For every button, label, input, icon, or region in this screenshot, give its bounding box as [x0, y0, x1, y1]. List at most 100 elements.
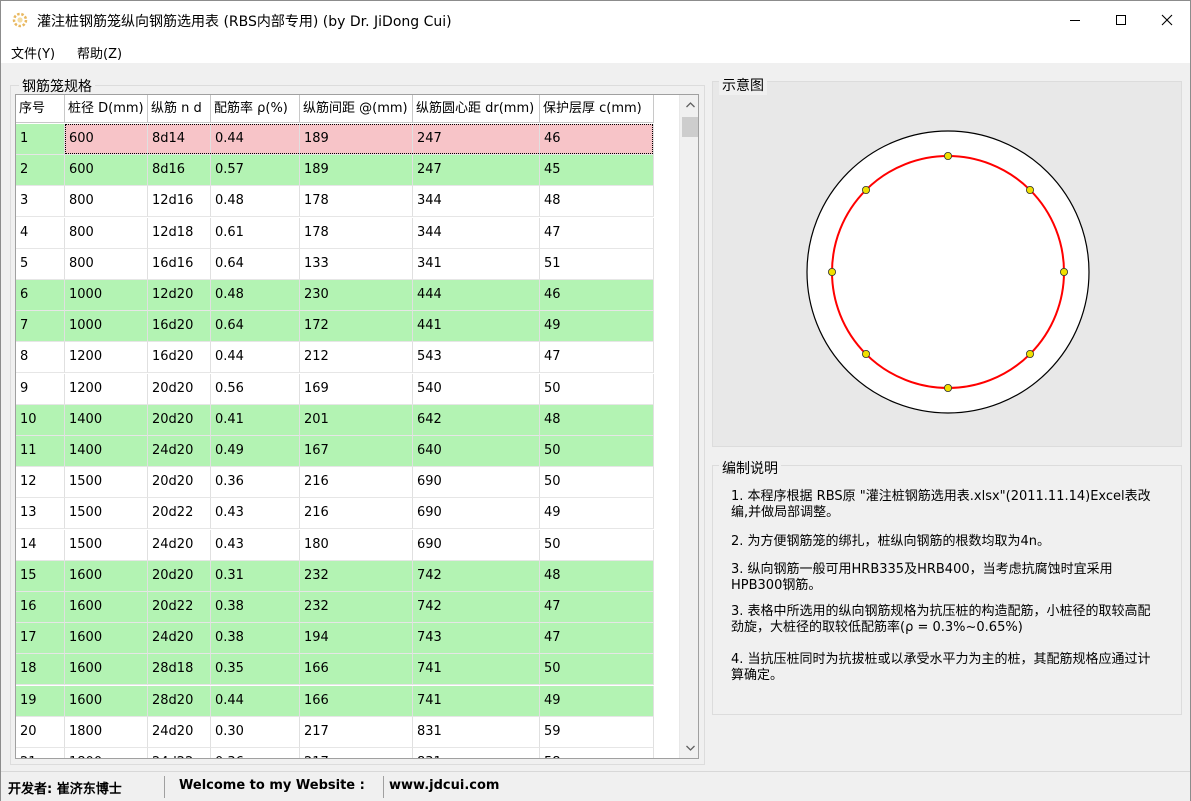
table-row[interactable]: 14 1500 24d20 0.43 180 690 50: [16, 529, 654, 561]
table-cell[interactable]: 1800: [65, 748, 148, 758]
table-cell[interactable]: 344: [413, 217, 540, 249]
table-cell[interactable]: 216: [300, 467, 413, 499]
table-cell[interactable]: 1600: [65, 623, 148, 655]
column-header[interactable]: 配筋率 ρ(%): [211, 95, 300, 123]
table-cell[interactable]: 0.35: [211, 654, 300, 686]
table-row[interactable]: 18 1600 28d18 0.35 166 741 50: [16, 654, 654, 686]
table-cell[interactable]: 24d20: [148, 716, 211, 748]
table-cell[interactable]: 831: [413, 748, 540, 758]
table-cell[interactable]: 1800: [65, 716, 148, 748]
table-cell[interactable]: 178: [300, 186, 413, 218]
row-header-cell[interactable]: 10: [16, 404, 65, 436]
table-cell[interactable]: 16d16: [148, 248, 211, 280]
table-cell[interactable]: 24d20: [148, 436, 211, 467]
table-cell[interactable]: 0.44: [211, 124, 300, 155]
table-row[interactable]: 21180024d220.3621783158: [16, 748, 654, 758]
table-cell[interactable]: 0.41: [211, 404, 300, 436]
row-header-cell[interactable]: 6: [16, 280, 65, 311]
table-cell[interactable]: 166: [300, 654, 413, 686]
table-cell[interactable]: 12d18: [148, 217, 211, 249]
table-cell[interactable]: 0.44: [211, 685, 300, 717]
table-cell[interactable]: 46: [540, 280, 654, 311]
table-cell[interactable]: 50: [540, 373, 654, 405]
vertical-scrollbar[interactable]: [679, 95, 698, 758]
table-cell[interactable]: 20d20: [148, 373, 211, 405]
menu-file[interactable]: 文件(Y): [11, 43, 55, 62]
table-cell[interactable]: 1000: [65, 280, 148, 311]
table-cell[interactable]: 344: [413, 186, 540, 218]
table-cell[interactable]: 742: [413, 560, 540, 592]
table-cell[interactable]: 180: [300, 529, 413, 561]
table-cell[interactable]: 1600: [65, 560, 148, 592]
status-website-link[interactable]: www.jdcui.com: [389, 778, 499, 793]
table-cell[interactable]: 20d20: [148, 404, 211, 436]
table-cell[interactable]: 0.43: [211, 529, 300, 561]
scrollbar-thumb[interactable]: [682, 117, 698, 137]
table-row[interactable]: 5 800 16d16 0.64 133 341 51: [16, 248, 654, 280]
table-cell[interactable]: 8d14: [148, 124, 211, 155]
table-cell[interactable]: 20d22: [148, 498, 211, 530]
table-row[interactable]: 15 1600 20d20 0.31 232 742 48: [16, 560, 654, 592]
table-cell[interactable]: 169: [300, 373, 413, 405]
table-cell[interactable]: 0.64: [211, 311, 300, 343]
table-cell[interactable]: 201: [300, 404, 413, 436]
table-row[interactable]: 10 1400 20d20 0.41 201 642 48: [16, 404, 654, 436]
row-header-cell[interactable]: 17: [16, 623, 65, 655]
table-cell[interactable]: 50: [540, 467, 654, 499]
column-header[interactable]: 纵筋间距 @(mm): [300, 95, 413, 123]
row-header-cell[interactable]: 9: [16, 373, 65, 405]
table-cell[interactable]: 1500: [65, 467, 148, 499]
column-header[interactable]: 纵筋 n d: [148, 95, 211, 123]
row-header-cell[interactable]: 3: [16, 186, 65, 218]
minimize-button[interactable]: [1052, 1, 1098, 39]
row-header-cell[interactable]: 14: [16, 529, 65, 561]
table-row[interactable]: 20 1800 24d20 0.30 217 831 59: [16, 716, 654, 748]
table-cell[interactable]: 0.43: [211, 498, 300, 530]
table-cell[interactable]: 172: [300, 311, 413, 343]
table-cell[interactable]: 690: [413, 529, 540, 561]
table-cell[interactable]: 46: [540, 124, 654, 155]
row-header-cell[interactable]: 7: [16, 311, 65, 343]
table-cell[interactable]: 48: [540, 404, 654, 436]
table-cell[interactable]: 640: [413, 436, 540, 467]
table-cell[interactable]: 24d20: [148, 529, 211, 561]
table-cell[interactable]: 0.38: [211, 623, 300, 655]
table-cell[interactable]: 444: [413, 280, 540, 311]
table-cell[interactable]: 20d20: [148, 467, 211, 499]
maximize-button[interactable]: [1098, 1, 1144, 39]
table-cell[interactable]: 247: [413, 155, 540, 187]
table-cell[interactable]: 217: [300, 748, 413, 758]
table-cell[interactable]: 247: [413, 124, 540, 155]
table-cell[interactable]: 166: [300, 685, 413, 717]
table-cell[interactable]: 8d16: [148, 155, 211, 187]
table-cell[interactable]: 441: [413, 311, 540, 343]
table-row[interactable]: 9 1200 20d20 0.56 169 540 50: [16, 373, 654, 405]
table-cell[interactable]: 543: [413, 342, 540, 374]
column-header[interactable]: 桩径 D(mm): [65, 95, 148, 123]
table-row[interactable]: 7 1000 16d20 0.64 172 441 49: [16, 311, 654, 343]
table-cell[interactable]: 47: [540, 342, 654, 374]
rebar-spec-table[interactable]: 序号 桩径 D(mm) 纵筋 n d 配筋率 ρ(%) 纵筋间距 @(mm) 纵筋圆心距 …: [15, 94, 699, 759]
row-header-cell[interactable]: 20: [16, 716, 65, 748]
table-cell[interactable]: 1000: [65, 311, 148, 343]
row-header-cell[interactable]: 13: [16, 498, 65, 530]
table-cell[interactable]: 600: [65, 155, 148, 187]
table-cell[interactable]: 1600: [65, 685, 148, 717]
table-cell[interactable]: 189: [300, 155, 413, 187]
table-cell[interactable]: 0.38: [211, 592, 300, 623]
row-header-cell[interactable]: 11: [16, 436, 65, 467]
table-cell[interactable]: 16d20: [148, 342, 211, 374]
table-cell[interactable]: 742: [413, 592, 540, 623]
table-row[interactable]: 4 800 12d18 0.61 178 344 47: [16, 217, 654, 249]
table-row[interactable]: 1 600 8d14 0.44 189 247 46: [16, 124, 654, 155]
table-cell[interactable]: 690: [413, 467, 540, 499]
table-cell[interactable]: 1600: [65, 654, 148, 686]
table-cell[interactable]: 800: [65, 248, 148, 280]
table-cell[interactable]: 216: [300, 498, 413, 530]
table-row[interactable]: 17 1600 24d20 0.38 194 743 47: [16, 623, 654, 655]
table-cell[interactable]: 49: [540, 311, 654, 343]
column-header[interactable]: 保护层厚 c(mm): [540, 95, 654, 123]
table-cell[interactable]: 1400: [65, 404, 148, 436]
table-cell[interactable]: 24d22: [148, 748, 211, 758]
table-row[interactable]: 6 1000 12d20 0.48 230 444 46: [16, 280, 654, 311]
